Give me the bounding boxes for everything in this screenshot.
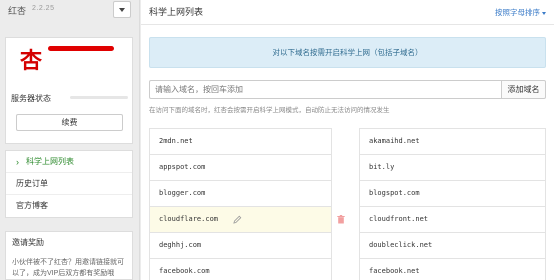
hint-text: 在访问下面的域名时，红杏会按需开启科学上网模式，自动防止无法访问的情况发生 (149, 107, 390, 114)
menu-dropdown-button[interactable] (113, 1, 131, 18)
domain-item[interactable]: akamaihd.net (359, 128, 546, 154)
domain-item[interactable]: deghhj.com (149, 232, 332, 258)
nav-item-label: 历史订单 (16, 179, 48, 188)
domain-item[interactable]: blogger.com (149, 180, 332, 206)
renew-button[interactable]: 续费 (16, 114, 123, 131)
chevron-right-icon: › (16, 157, 19, 167)
sort-dropdown[interactable]: 按照字母排序 (495, 7, 546, 18)
avatar: 杏 (19, 48, 42, 74)
sort-label: 按照字母排序 (495, 8, 540, 17)
domain-item[interactable]: appspot.com (149, 154, 332, 180)
domain-text: cloudflare.com (159, 215, 219, 223)
domain-list-right: akamaihd.net bit.ly blogspot.com cloudfr… (359, 128, 546, 280)
redacted-account-name (48, 46, 114, 51)
server-status-label: 服务器状态 (11, 94, 51, 103)
domain-item-hovered[interactable]: cloudflare.com (149, 206, 345, 232)
invite-description: 小伙伴被不了红杏？用邀请链接就可以了，成为VIP后双方都有奖励哦 (12, 259, 124, 277)
domain-input[interactable] (149, 80, 501, 99)
domain-item[interactable]: 2mdn.net (149, 128, 332, 154)
info-banner: 对以下域名按需开启科学上网（包括子域名） (149, 37, 546, 68)
caret-down-icon (542, 11, 546, 15)
sidebar-nav: › 科学上网列表 历史订单 官方博客 (5, 150, 133, 218)
domain-item[interactable]: cloudfront.net (359, 206, 546, 232)
sidebar-header: 红杏 2.2.25 (0, 0, 140, 22)
domain-item[interactable]: doubleclick.net (359, 232, 546, 258)
sidebar: 红杏 2.2.25 杏 服务器状态 续费 › 科学上网列表 历史订单 官方博客 … (0, 0, 140, 280)
domain-item[interactable]: facebook.net (359, 258, 546, 280)
nav-item-label: 科学上网列表 (26, 157, 74, 166)
app-version: 2.2.25 (32, 5, 55, 12)
trash-icon[interactable] (337, 215, 345, 224)
domain-list-left: 2mdn.net appspot.com blogger.com cloudfl… (149, 128, 345, 280)
nav-item-official-blog[interactable]: 官方博客 (6, 195, 132, 217)
nav-item-proxy-list[interactable]: › 科学上网列表 (6, 151, 132, 173)
app-name: 红杏 (8, 6, 27, 16)
domain-item[interactable]: blogspot.com (359, 180, 546, 206)
nav-item-order-history[interactable]: 历史订单 (6, 173, 132, 195)
add-domain-button[interactable]: 添加域名 (501, 80, 546, 99)
caret-down-icon (119, 8, 125, 12)
invite-panel[interactable]: 邀请奖励 小伙伴被不了红杏？用邀请链接就可以了，成为VIP后双方都有奖励哦 (5, 231, 133, 280)
page-title: 科学上网列表 (149, 7, 204, 17)
pencil-icon[interactable] (233, 215, 242, 224)
server-status-bar (70, 96, 128, 99)
domain-item[interactable]: bit.ly (359, 154, 546, 180)
invite-title: 邀请奖励 (12, 238, 44, 247)
main-content: 科学上网列表 按照字母排序 对以下域名按需开启科学上网（包括子域名） 添加域名 … (141, 0, 554, 280)
nav-item-label: 官方博客 (16, 201, 48, 210)
domain-item[interactable]: facebook.com (149, 258, 332, 280)
header-divider (141, 24, 554, 25)
account-panel: 杏 服务器状态 续费 (5, 37, 133, 144)
